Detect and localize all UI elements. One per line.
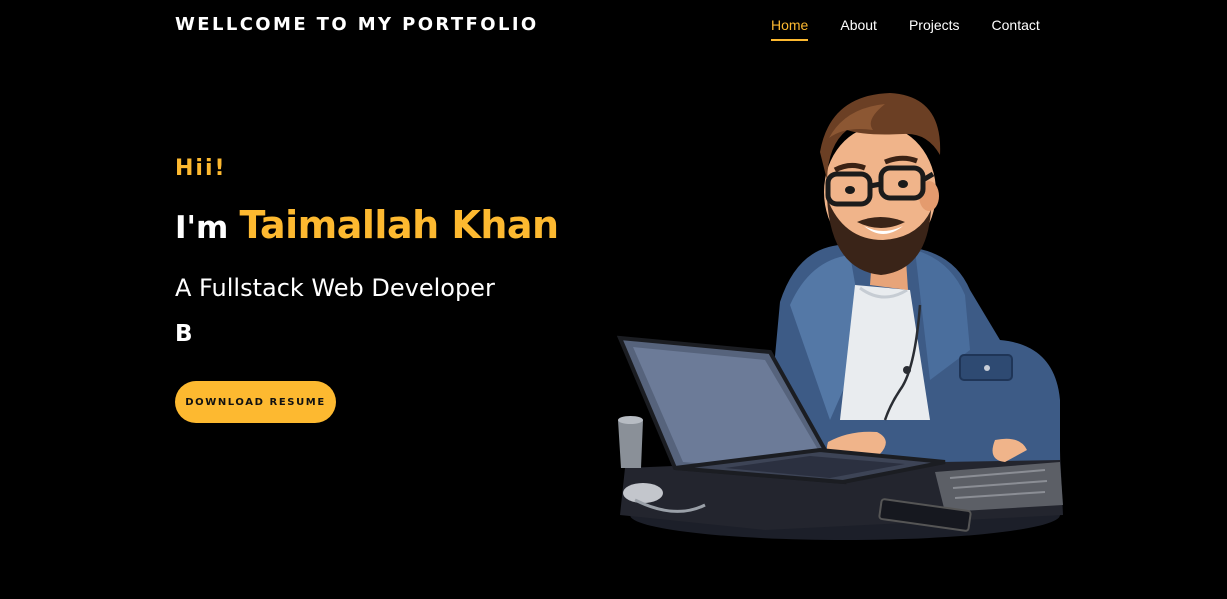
hero-intro-prefix: I'm [175,210,229,246]
nav-link-about[interactable]: About [840,17,877,41]
site-brand: WELLCOME TO MY PORTFOLIO [175,14,539,35]
nav-link-home[interactable]: Home [771,17,809,41]
nav-link-contact[interactable]: Contact [992,17,1040,41]
hero-role: A Fullstack Web Developer [175,274,495,302]
hero-greeting: Hii! [175,156,227,181]
download-resume-button[interactable]: DOWNLOAD RESUME [175,381,336,423]
nav-links: Home About Projects Contact [771,17,1040,41]
navbar: WELLCOME TO MY PORTFOLIO Home About Proj… [0,0,1227,52]
hero-typed-text: B [175,321,193,347]
hero-intro: I'm Taimallah Khan [175,203,559,247]
hero-name: Taimallah Khan [239,203,559,247]
developer-with-laptop-illustration [615,90,1067,542]
nav-link-projects[interactable]: Projects [909,17,960,41]
